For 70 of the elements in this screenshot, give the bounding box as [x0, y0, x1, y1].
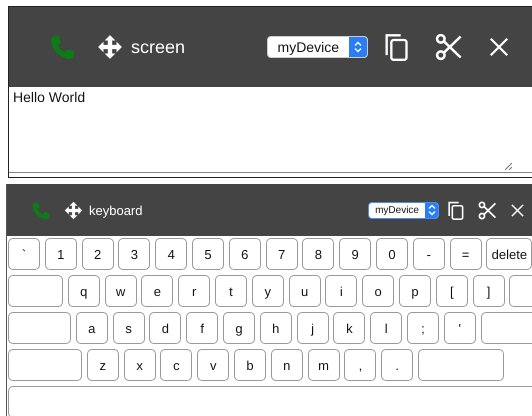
key[interactable]: '	[444, 312, 476, 344]
phone-icon[interactable]	[31, 200, 50, 220]
caps-lock-key[interactable]	[8, 312, 71, 344]
key[interactable]: 5	[192, 238, 224, 270]
key[interactable]: p	[398, 275, 431, 307]
key[interactable]: n	[270, 349, 303, 381]
panel-title: keyboard	[89, 202, 142, 218]
key[interactable]: g	[222, 312, 255, 344]
key[interactable]: s	[112, 312, 145, 344]
key[interactable]: l	[370, 312, 402, 344]
key[interactable]: 2	[82, 238, 114, 270]
key[interactable]: a	[76, 312, 108, 344]
key[interactable]: u	[288, 275, 321, 307]
key[interactable]: b	[234, 349, 266, 381]
text-value: Hello World	[13, 89, 86, 105]
key[interactable]: `	[8, 238, 40, 270]
stepper-icon	[354, 41, 362, 53]
key[interactable]: q	[68, 275, 100, 307]
key[interactable]: k	[333, 312, 366, 344]
key[interactable]: i	[325, 275, 358, 307]
key[interactable]: .	[381, 349, 414, 381]
shift-key[interactable]	[418, 349, 504, 381]
key[interactable]: d	[149, 312, 182, 344]
key[interactable]: z	[86, 349, 119, 381]
panel-title: screen	[131, 36, 186, 58]
key[interactable]: y	[252, 275, 284, 307]
close-icon[interactable]	[510, 202, 525, 218]
key[interactable]: r	[178, 275, 210, 307]
copy-icon[interactable]	[446, 200, 465, 220]
key[interactable]: 8	[302, 238, 334, 270]
key[interactable]: 3	[118, 238, 150, 270]
device-select[interactable]: myDevice	[266, 36, 368, 58]
key[interactable]: h	[260, 312, 292, 344]
space-bar[interactable]	[8, 386, 532, 416]
key[interactable]: c	[160, 349, 192, 381]
key[interactable]: ]	[472, 275, 505, 307]
phone-icon[interactable]	[49, 34, 75, 60]
key[interactable]: -	[412, 238, 445, 270]
stepper-icon	[428, 204, 436, 216]
key[interactable]: v	[197, 349, 230, 381]
key[interactable]: m	[308, 349, 340, 381]
key[interactable]: f	[186, 312, 218, 344]
move-icon	[97, 34, 123, 60]
text-area[interactable]: Hello World	[9, 87, 532, 173]
key[interactable]: 7	[266, 238, 298, 270]
delete-key[interactable]: delete	[486, 238, 532, 270]
key[interactable]: w	[104, 275, 137, 307]
tab-key[interactable]	[8, 275, 63, 307]
key[interactable]: j	[296, 312, 329, 344]
key[interactable]: ,	[344, 349, 376, 381]
key[interactable]: e	[141, 275, 174, 307]
device-select[interactable]: myDevice	[368, 202, 439, 218]
move-icon	[64, 200, 83, 220]
key[interactable]: 6	[228, 238, 261, 270]
enter-key[interactable]	[480, 312, 532, 344]
scissors-icon[interactable]	[435, 33, 463, 61]
close-icon[interactable]	[488, 36, 510, 58]
key[interactable]: 4	[155, 238, 188, 270]
key[interactable]: [	[436, 275, 468, 307]
shift-key[interactable]	[8, 349, 82, 381]
resize-grip-icon[interactable]	[504, 162, 512, 170]
key[interactable]: t	[214, 275, 247, 307]
key[interactable]: o	[362, 275, 394, 307]
key[interactable]: ;	[406, 312, 439, 344]
key[interactable]: 0	[376, 238, 408, 270]
key[interactable]: =	[450, 238, 482, 270]
scissors-icon[interactable]	[478, 200, 497, 220]
key[interactable]: 9	[339, 238, 372, 270]
key[interactable]: x	[124, 349, 156, 381]
key[interactable]: 1	[44, 238, 77, 270]
